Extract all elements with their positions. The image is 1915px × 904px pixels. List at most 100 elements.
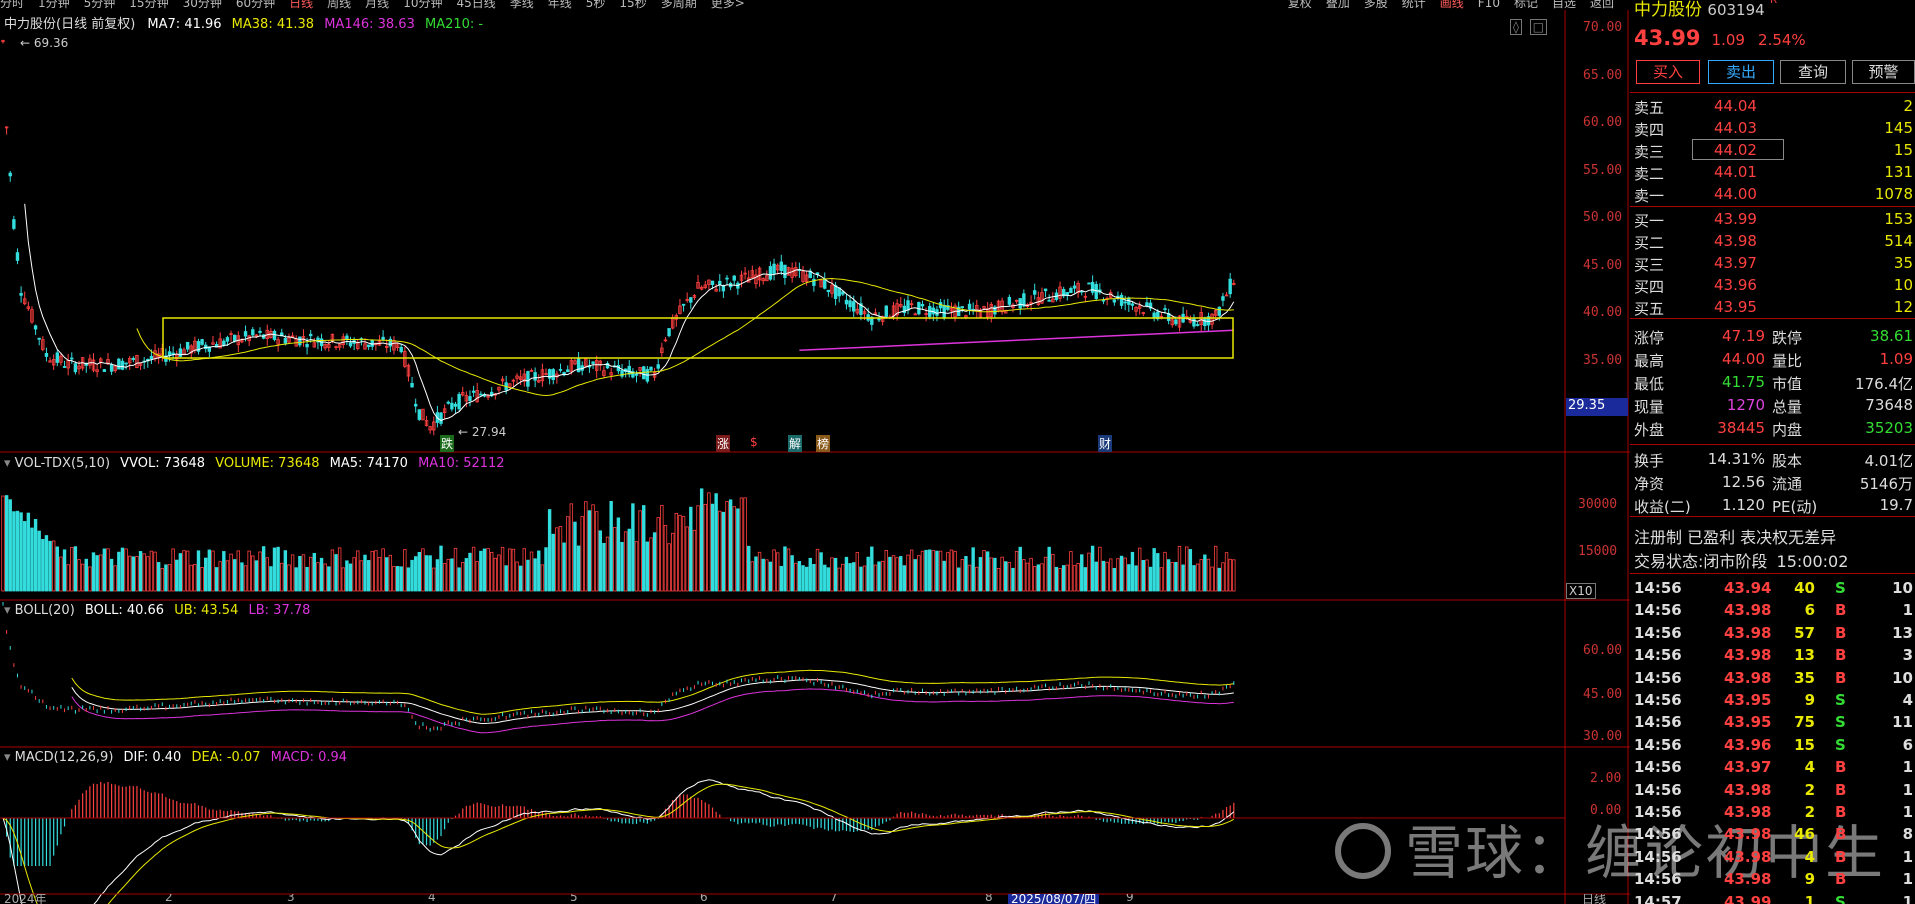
marker-finance[interactable]: 财 — [1098, 435, 1113, 452]
tool-f10[interactable]: F10 — [1478, 0, 1500, 10]
volume-bar — [848, 563, 852, 592]
tool-favorite[interactable]: 自选 — [1552, 0, 1576, 10]
volume-bar — [1210, 566, 1214, 592]
bid-row[interactable]: 买四 43.96 10 — [1632, 274, 1915, 296]
period-tab-more[interactable]: 更多> — [711, 0, 745, 10]
marker-list[interactable]: 榜 — [816, 435, 831, 452]
volume-bar — [178, 553, 183, 592]
period-tab-10min[interactable]: 10分钟 — [403, 0, 442, 10]
tool-stats[interactable]: 统计 — [1402, 0, 1426, 10]
ask-row[interactable]: 卖一 44.00 1078 — [1632, 183, 1915, 205]
volume-bar — [645, 541, 650, 592]
ma7-value: MA7: 41.96 — [147, 17, 222, 32]
tool-back[interactable]: 返回 — [1590, 0, 1614, 10]
candle-body — [19, 293, 23, 296]
ask-row[interactable]: 卖五 44.04 2 — [1632, 95, 1915, 117]
tick-count: 8 — [1902, 825, 1913, 844]
volume-bar — [1206, 558, 1211, 592]
candle-body — [725, 277, 729, 280]
tool-multi[interactable]: 多股 — [1364, 0, 1388, 10]
expand-icon[interactable]: ◊ — [1510, 19, 1522, 35]
period-tab-1min[interactable]: 1分钟 — [38, 0, 70, 10]
tick-volume: 9 — [1804, 691, 1815, 709]
tick-row: 14:56 43.98 35 B 10 — [1632, 668, 1915, 690]
ask-row[interactable]: 卖二 44.01 131 — [1632, 161, 1915, 183]
collapse-icon[interactable]: ▾ — [4, 750, 11, 765]
query-button[interactable]: 查询 — [1780, 60, 1846, 84]
marker-dollar[interactable]: $ — [750, 435, 758, 449]
candle-body — [1101, 299, 1106, 302]
period-tab-5s[interactable]: 5秒 — [586, 0, 606, 10]
volume-bar — [775, 552, 780, 592]
bid-row[interactable]: 买五 43.95 12 — [1632, 296, 1915, 318]
tick-side: B — [1835, 668, 1847, 687]
period-tab-monthly[interactable]: 月线 — [365, 0, 389, 10]
period-tab-30min[interactable]: 30分钟 — [183, 0, 222, 10]
volume-bar — [1137, 547, 1142, 592]
candle-body — [109, 364, 114, 372]
volume-bar — [1022, 559, 1026, 592]
volume-bar — [667, 543, 671, 592]
period-tab-15min[interactable]: 15分钟 — [129, 0, 168, 10]
period-tab-45day[interactable]: 45日线 — [456, 0, 495, 10]
ask-row[interactable]: 卖四 44.03 145 — [1632, 117, 1915, 139]
candle-body — [272, 330, 277, 340]
volume-bar — [515, 561, 519, 592]
marker-drop[interactable]: 跌 — [440, 435, 455, 452]
volume-bar — [1105, 561, 1109, 592]
candle-body — [243, 331, 248, 337]
collapse-icon[interactable]: ▾ — [4, 456, 11, 471]
tick-price: 43.96 — [1724, 735, 1772, 754]
period-tab-daily[interactable]: 日线 — [289, 0, 313, 10]
buy-button[interactable]: 买入 — [1636, 60, 1700, 84]
restore-icon[interactable]: □ — [1529, 19, 1548, 35]
candle-body — [1090, 281, 1095, 293]
stat-label: 市值 — [1772, 375, 1803, 393]
volume-bar — [978, 557, 983, 592]
watermark-logo-icon — [1335, 822, 1391, 879]
tool-overlay[interactable]: 叠加 — [1326, 0, 1350, 10]
bid-row[interactable]: 买二 43.98 514 — [1632, 230, 1915, 252]
bid-row[interactable]: 买三 43.97 35 — [1632, 252, 1915, 274]
period-tab-60min[interactable]: 60分钟 — [236, 0, 275, 10]
tool-draw[interactable]: 画线 — [1440, 0, 1464, 10]
alert-button[interactable]: 预警 — [1852, 60, 1915, 84]
period-tab-quarter[interactable]: 季线 — [510, 0, 534, 10]
date-label: 6 — [700, 894, 708, 904]
volume-bar — [73, 546, 78, 592]
tick-time: 14:56 — [1634, 579, 1682, 597]
level-label: 买一 — [1634, 212, 1665, 230]
period-tab-multi[interactable]: 多周期 — [661, 0, 697, 10]
volume-bar — [1217, 567, 1222, 592]
collapse-icon[interactable]: ▾ — [4, 603, 11, 618]
level-label: 卖一 — [1634, 187, 1665, 205]
sell-button[interactable]: 卖出 — [1708, 60, 1774, 84]
candle-body — [44, 353, 49, 357]
volume-bar — [366, 560, 371, 592]
tool-adjust[interactable]: 复权 — [1288, 0, 1312, 10]
period-tab-weekly[interactable]: 周线 — [327, 0, 351, 10]
stat-row: 收益(二) 1.120 PE(动) 19.7 — [1632, 494, 1915, 516]
period-tab-15s[interactable]: 15秒 — [619, 0, 646, 10]
level-label: 卖二 — [1634, 165, 1665, 183]
marker-unlock[interactable]: 解 — [788, 435, 803, 452]
volume-bar — [51, 540, 56, 592]
bid-row[interactable]: 买一 43.99 153 — [1632, 208, 1915, 230]
tool-mark[interactable]: 标记 — [1514, 0, 1538, 10]
candle-body — [439, 412, 443, 424]
period-tab-year[interactable]: 年线 — [548, 0, 572, 10]
period-tab-intraday[interactable]: 分时 — [0, 0, 24, 10]
vol-title: VOL-TDX(5,10) — [14, 456, 111, 471]
volume-bar — [721, 511, 726, 592]
volume-bar — [605, 536, 610, 592]
volume-bar — [251, 555, 255, 592]
volume-bar — [95, 555, 99, 592]
period-label[interactable]: 日线 — [1582, 894, 1606, 904]
tick-count: 1 — [1902, 847, 1913, 866]
volume-bar — [182, 550, 186, 592]
tick-side: S — [1835, 713, 1846, 732]
period-tab-5min[interactable]: 5分钟 — [84, 0, 116, 10]
marker-rise[interactable]: 涨 — [716, 435, 731, 452]
dif-value: DIF: 0.40 — [123, 750, 182, 765]
volume-bar — [196, 550, 201, 592]
